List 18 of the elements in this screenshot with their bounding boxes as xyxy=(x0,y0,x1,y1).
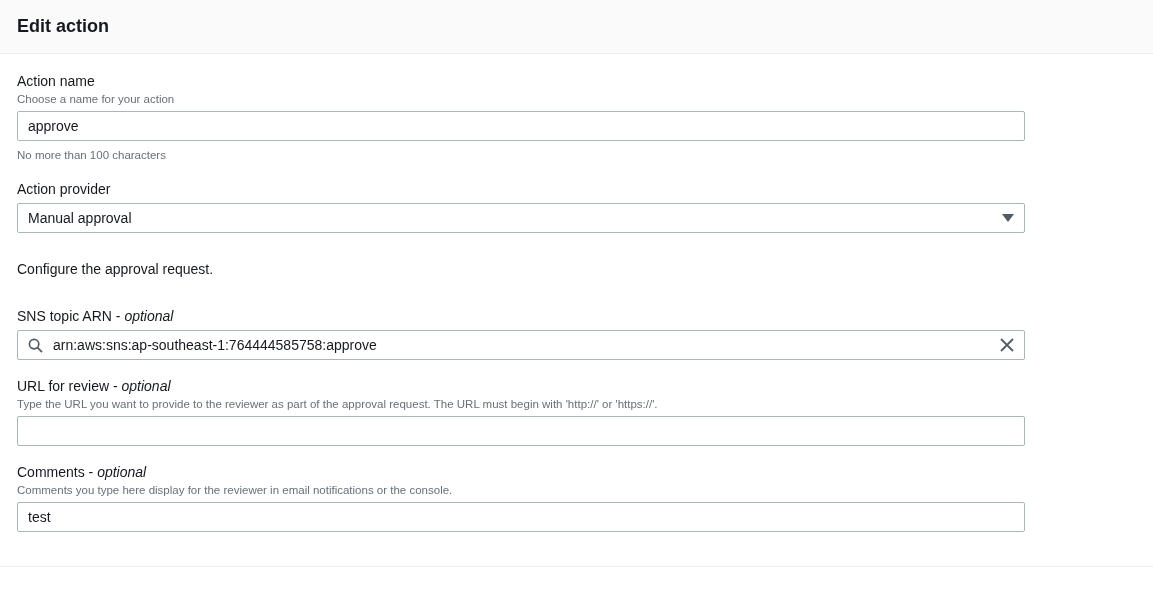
text-field[interactable]: approve xyxy=(17,111,1025,141)
select-field[interactable]: Manual approval xyxy=(17,203,1025,233)
panel-title: Edit action xyxy=(17,15,109,38)
field-label: Action name xyxy=(17,72,95,91)
field-description: Comments you type here display for the reviewer in email notifications or the console. xyxy=(17,483,453,498)
field-constraint: No more than 100 characters xyxy=(17,148,166,163)
search-field[interactable]: arn:aws:sns:ap-southeast-1:764444585758:approve xyxy=(17,330,1025,360)
caret-down-icon xyxy=(1002,214,1014,222)
search-icon xyxy=(28,337,43,353)
field-label: Action provider xyxy=(17,180,111,199)
text-field[interactable]: test xyxy=(17,502,1025,532)
field-description: Choose a name for your action xyxy=(17,92,175,107)
field-label: Comments - optional xyxy=(17,463,147,482)
field-label: SNS topic ARN - optional xyxy=(17,307,174,326)
field-label: URL for review - optional xyxy=(17,377,171,396)
field-description: Type the URL you want to provide to the reviewer as part of the approval request. The URL must begin with 'http://' or 'https://'. xyxy=(17,397,658,412)
section-note: Configure the approval request. xyxy=(17,260,215,279)
clear-icon[interactable] xyxy=(1000,338,1014,352)
